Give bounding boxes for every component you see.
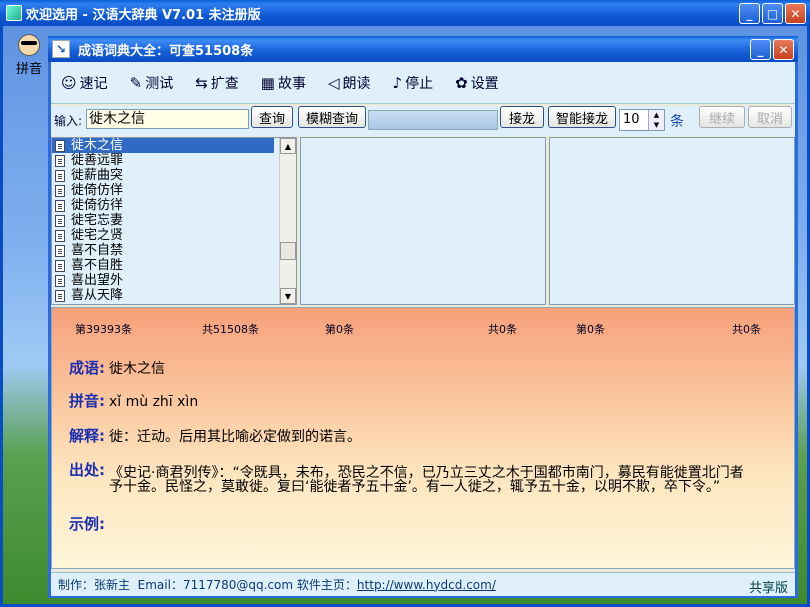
result-list-3[interactable]: [549, 137, 795, 305]
count-total-3: 共0条: [732, 323, 761, 336]
list-item[interactable]: 喜从天降: [52, 288, 296, 303]
count-current-3: 第0条: [576, 323, 605, 336]
speaker-icon: ◁: [327, 73, 340, 92]
swap-icon: ⇆: [195, 73, 208, 92]
list-item[interactable]: 徙薪曲突: [52, 168, 296, 183]
document-icon: [55, 274, 65, 287]
input-label: 输入:: [54, 114, 83, 128]
minimize-button[interactable]: _: [739, 3, 760, 24]
scroll-down-icon[interactable]: ▼: [280, 288, 296, 304]
book-icon: ▦: [260, 73, 275, 92]
smart-chain-button[interactable]: 智能接龙: [548, 106, 616, 128]
document-icon: [55, 289, 65, 302]
count-total-1: 共51508条: [202, 323, 259, 336]
share-label: 共享版: [748, 581, 788, 596]
list-item[interactable]: 徙倚仿佯: [52, 183, 296, 198]
list-item[interactable]: 徙善远罪: [52, 153, 296, 168]
gear-icon: ✿: [455, 73, 468, 92]
document-icon: [55, 184, 65, 197]
toolbar-stop[interactable]: ♪ 停止: [393, 73, 434, 93]
source-row: 出处: 《史记·商君列传》：“令既具，未布，恐民之不信，已乃立三丈之木于国都市南门…: [69, 463, 769, 495]
list-item[interactable]: 喜不自胜: [52, 258, 296, 273]
count-stepper[interactable]: 10 ▲ ▼: [619, 109, 665, 131]
pinyin-row: 拼音: xǐ mù zhī xìn: [69, 392, 199, 410]
list-item[interactable]: 喜出望外: [52, 273, 296, 288]
detail-panel: 第39393条 共51508条 第0条 共0条 第0条 共0条 成语: 徙木之信 …: [51, 307, 795, 569]
pinyin-text: xǐ mù zhī xìn: [109, 394, 199, 410]
search-input[interactable]: 徙木之信: [86, 109, 249, 129]
pencil-icon: ✎: [129, 73, 143, 92]
progress-bar: [368, 110, 498, 130]
fuzzy-query-button[interactable]: 模糊查询: [298, 106, 366, 128]
homepage-link[interactable]: http://www.hydcd.com/: [357, 578, 496, 592]
document-icon: [55, 259, 65, 272]
toolbar-memorize[interactable]: ☺ 速记: [61, 73, 108, 93]
smile-icon: ☺: [61, 73, 77, 92]
outer-title-bar: 欢迎选用 - 汉语大辞典 V7.01 未注册版 _ □ ✕: [0, 0, 810, 26]
list-item[interactable]: 喜不自禁: [52, 243, 296, 258]
arrow-icon: ↘: [52, 40, 70, 58]
author-text: 制作：张新主: [58, 578, 131, 592]
homepage-label: 软件主页：: [296, 578, 357, 592]
example-row: 示例:: [69, 515, 105, 533]
list-item[interactable]: 徙倚彷徉: [52, 198, 296, 213]
idiom-list[interactable]: 徙木之信 徙善远罪 徙薪曲突 徙倚仿佯 徙倚彷徉 徙宅忘妻 徙宅之贤 喜不自禁 喜不自胜 喜出望外…: [51, 137, 297, 305]
source-text: 《史记·商君列传》：“令既具，未布，恐民之不信，已乃立三丈之木于国都市南门，募民…: [109, 465, 744, 495]
toolbar-test[interactable]: ✎ 测试: [130, 73, 174, 93]
count-current-1: 第39393条: [75, 323, 132, 336]
meaning-row: 解释: 徙：迁动。后用其比喻必定做到的诺言。: [69, 427, 361, 445]
scroll-up-icon[interactable]: ▲: [280, 138, 296, 154]
count-unit: 条: [670, 114, 684, 130]
count-total-2: 共0条: [488, 323, 517, 336]
document-icon: [55, 199, 65, 212]
status-bar: 制作：张新主 Email：7117780@qq.com 软件主页： http:/…: [51, 572, 795, 596]
scroll-thumb[interactable]: [280, 242, 296, 260]
maximize-button[interactable]: □: [762, 3, 783, 24]
toolbar-settings[interactable]: ✿ 设置: [455, 73, 499, 93]
toolbar-expand[interactable]: ⇆ 扩查: [195, 73, 239, 93]
pinyin-tool-label: 拼音: [15, 62, 42, 77]
document-icon: [55, 154, 65, 167]
list-scrollbar[interactable]: ▲ ▼: [279, 138, 296, 304]
face-icon: [18, 34, 40, 56]
input-row: 输入: 徙木之信 查询 模糊查询 接龙 智能接龙 10 ▲ ▼ 条 继续 取消: [51, 106, 795, 136]
document-icon: [55, 214, 65, 227]
document-icon: [55, 229, 65, 242]
outer-title: 欢迎选用 - 汉语大辞典 V7.01 未注册版: [26, 7, 261, 23]
count-current-2: 第0条: [325, 323, 354, 336]
pinyin-tool[interactable]: 拼音: [12, 34, 46, 77]
stop-icon: ♪: [392, 73, 403, 92]
app-icon: [6, 5, 22, 21]
idiom-text: 徙木之信: [109, 361, 165, 377]
list-item[interactable]: 徙木之信: [52, 138, 274, 153]
list-item[interactable]: 徙宅之贤: [52, 228, 296, 243]
query-button[interactable]: 查询: [251, 106, 293, 128]
stepper-arrows-icon[interactable]: ▲ ▼: [648, 110, 664, 130]
list-item[interactable]: 徙宅忘妻: [52, 213, 296, 228]
inner-title-bar: ↘ 成语词典大全：可查51508条 _ ✕: [48, 36, 798, 62]
continue-button[interactable]: 继续: [699, 106, 745, 128]
document-icon: [55, 169, 65, 182]
close-button[interactable]: ✕: [785, 3, 806, 24]
inner-title: 成语词典大全：可查51508条: [78, 43, 254, 59]
idiom-row: 成语: 徙木之信: [69, 359, 165, 377]
toolbar-story[interactable]: ▦ 故事: [261, 73, 306, 93]
toolbar: ☺ 速记 ✎ 测试 ⇆ 扩查 ▦ 故事 ◁ 朗读 ♪ 停止 ✿ 设置: [51, 62, 795, 104]
inner-close-button[interactable]: ✕: [773, 39, 794, 60]
inner-minimize-button[interactable]: _: [750, 39, 771, 60]
result-list-2[interactable]: [300, 137, 546, 305]
document-icon: [55, 244, 65, 257]
chain-button[interactable]: 接龙: [500, 106, 544, 128]
email-text: Email：7117780@qq.com: [137, 578, 294, 592]
document-icon: [55, 139, 65, 152]
toolbar-read[interactable]: ◁ 朗读: [328, 73, 371, 93]
cancel-button[interactable]: 取消: [748, 106, 792, 128]
meaning-text: 徙：迁动。后用其比喻必定做到的诺言。: [109, 429, 361, 445]
